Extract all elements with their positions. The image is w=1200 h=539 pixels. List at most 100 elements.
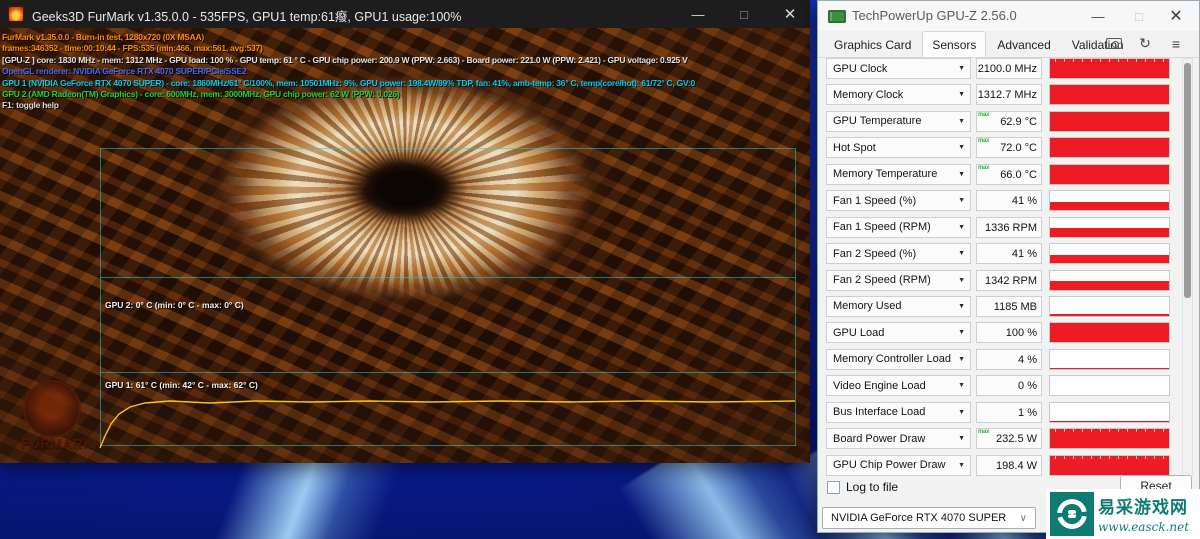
scrollbar[interactable]	[1182, 58, 1193, 477]
furmark-window: Geeks3D FurMark v1.35.0.0 - 535FPS, GPU1…	[0, 0, 810, 463]
sensor-row: Fan 1 Speed (RPM) ▼ max 1336 RPM	[818, 216, 1180, 238]
sensor-label-box[interactable]: Bus Interface Load ▼	[826, 401, 971, 423]
watermark-badge: 易采游戏网 www.easck.net	[1046, 489, 1200, 539]
gpuz-toolbar-icons: ↻ ≡	[1105, 35, 1185, 52]
sensor-label-box[interactable]: Memory Used ▼	[826, 295, 971, 317]
sensor-row: Fan 2 Speed (%) ▼ max 41 %	[818, 243, 1180, 265]
sensor-value-box[interactable]: max 41 %	[976, 243, 1042, 265]
sensor-label: Memory Used	[833, 300, 902, 313]
sensor-graph	[1049, 243, 1170, 265]
refresh-icon[interactable]: ↻	[1136, 35, 1154, 51]
sensor-value: 2100.0 MHz	[977, 63, 1037, 75]
sensor-row: Video Engine Load ▼ max 0 %	[818, 375, 1180, 397]
sensor-label-box[interactable]: GPU Temperature ▼	[826, 110, 971, 132]
sensor-row: Fan 1 Speed (%) ▼ max 41 %	[818, 190, 1180, 212]
log-to-file-label: Log to file	[846, 480, 899, 494]
watermark-site-url: www.easck.net	[1098, 520, 1190, 534]
sensor-graph-fill	[1050, 138, 1169, 158]
sensor-label-box[interactable]: Fan 1 Speed (RPM) ▼	[826, 216, 971, 238]
sensor-graph	[1049, 58, 1170, 79]
sensor-label-box[interactable]: Hot Spot ▼	[826, 137, 971, 159]
sensor-label-box[interactable]: Fan 1 Speed (%) ▼	[826, 190, 971, 212]
sensor-label-box[interactable]: Board Power Draw ▼	[826, 428, 971, 450]
sensor-value-box[interactable]: max 0 %	[976, 375, 1042, 397]
sensor-label: Memory Controller Load	[833, 353, 951, 366]
sensor-label-box[interactable]: Memory Controller Load ▼	[826, 348, 971, 370]
tab-sensors[interactable]: Sensors	[922, 31, 987, 57]
sensor-label-box[interactable]: Video Engine Load ▼	[826, 375, 971, 397]
sensor-label-box[interactable]: Memory Clock ▼	[826, 84, 971, 106]
sensor-value: 1342 RPM	[985, 274, 1037, 287]
camera-icon[interactable]	[1105, 36, 1123, 51]
sensor-value-box[interactable]: max 198.4 W	[976, 454, 1042, 476]
sensor-row: GPU Load ▼ max 100 %	[818, 322, 1180, 344]
sensor-label: Fan 2 Speed (RPM)	[833, 274, 931, 286]
sensor-label-box[interactable]: Fan 2 Speed (%) ▼	[826, 243, 971, 265]
sensor-value-box[interactable]: max 1 %	[976, 401, 1042, 423]
gpuz-titlebar[interactable]: TechPowerUp GPU-Z 2.56.0 — □ ✕	[818, 1, 1199, 31]
sensor-value-box[interactable]: max 4 %	[976, 348, 1042, 370]
close-button[interactable]: ✕	[1164, 6, 1188, 26]
sensor-row: Fan 2 Speed (RPM) ▼ max 1342 RPM	[818, 269, 1180, 291]
sensor-value-box[interactable]: max 2100.0 MHz	[976, 58, 1042, 79]
sensor-value-box[interactable]: max 1336 RPM	[976, 216, 1042, 238]
sensor-value: 1312.7 MHz	[977, 89, 1037, 102]
sensor-value-box[interactable]: max 1312.7 MHz	[976, 84, 1042, 106]
log-to-file-checkbox[interactable]	[827, 480, 840, 494]
sensor-value: 41 %	[1011, 248, 1037, 261]
chevron-down-icon: ▼	[958, 302, 965, 310]
sensor-graph-fill	[1050, 228, 1169, 237]
sensor-graph	[1049, 401, 1170, 423]
menu-icon[interactable]: ≡	[1167, 36, 1185, 52]
tab-graphics-card[interactable]: Graphics Card	[824, 33, 921, 57]
sensor-graph-fill	[1050, 59, 1169, 78]
sensor-value-box[interactable]: max 232.5 W	[976, 428, 1042, 450]
maximize-button[interactable]: □	[729, 4, 759, 24]
sensor-graph-fill	[1050, 85, 1169, 105]
sensor-label: Fan 1 Speed (RPM)	[833, 221, 931, 234]
sensor-graph	[1049, 110, 1170, 132]
close-button[interactable]: ✕	[775, 4, 805, 24]
sensor-label-box[interactable]: GPU Chip Power Draw ▼	[826, 454, 971, 476]
chevron-down-icon: ▼	[958, 355, 965, 363]
max-marker: max	[978, 164, 990, 171]
sensor-graph-fill	[1050, 323, 1169, 343]
sensor-label: GPU Load	[833, 326, 885, 339]
sensor-value-box[interactable]: max 1342 RPM	[976, 269, 1042, 291]
maximize-button[interactable]: □	[1127, 6, 1151, 26]
sensor-value-box[interactable]: max 1185 MB	[976, 295, 1042, 317]
chevron-down-icon: ▼	[958, 408, 965, 416]
scrollbar-thumb[interactable]	[1184, 63, 1191, 298]
furmark-titlebar[interactable]: Geeks3D FurMark v1.35.0.0 - 535FPS, GPU1…	[0, 0, 810, 28]
sensor-label: Board Power Draw	[833, 432, 926, 445]
sensor-graph	[1049, 84, 1170, 106]
sensor-row: GPU Chip Power Draw ▼ max 198.4 W	[818, 454, 1180, 476]
sensor-label-box[interactable]: GPU Clock ▼	[826, 58, 971, 79]
sensor-graph	[1049, 137, 1170, 159]
sensor-graph-fill	[1050, 368, 1169, 369]
furmark-window-title: Geeks3D FurMark v1.35.0.0 - 535FPS, GPU1…	[32, 10, 462, 24]
chevron-down-icon: ▼	[958, 329, 965, 337]
sensor-graph-fill	[1050, 164, 1169, 184]
sensor-value-box[interactable]: max 100 %	[976, 322, 1042, 344]
chevron-down-icon: ▼	[958, 382, 965, 390]
minimize-button[interactable]: —	[683, 4, 713, 24]
furmark-render-viewport: GPU 2: 0° C (min: 0° C - max: 0° C) GPU …	[0, 28, 810, 463]
chevron-down-icon: ▼	[958, 223, 965, 231]
sensor-label-box[interactable]: Memory Temperature ▼	[826, 163, 971, 185]
minimize-button[interactable]: —	[1086, 6, 1110, 26]
sensor-value: 41 %	[1011, 195, 1037, 208]
sensor-label-box[interactable]: Fan 2 Speed (RPM) ▼	[826, 269, 971, 291]
sensor-value-box[interactable]: max 72.0 °C	[976, 137, 1042, 159]
gpu-select-dropdown[interactable]: NVIDIA GeForce RTX 4070 SUPER ∨	[822, 507, 1036, 529]
sensor-value-box[interactable]: max 66.0 °C	[976, 163, 1042, 185]
sensor-value-box[interactable]: max 62.9 °C	[976, 110, 1042, 132]
sensor-graph	[1049, 428, 1170, 450]
tab-advanced[interactable]: Advanced	[987, 33, 1060, 57]
sensor-label-box[interactable]: GPU Load ▼	[826, 322, 971, 344]
furmark-logo: FURMARK	[10, 380, 105, 455]
sensor-value-box[interactable]: max 41 %	[976, 190, 1042, 212]
watermark-site-name: 易采游戏网	[1098, 498, 1188, 518]
gpu-select-value: NVIDIA GeForce RTX 4070 SUPER	[831, 512, 1007, 524]
sensor-list: GPU Clock ▼ max 2100.0 MHz Memory Clock …	[818, 58, 1180, 481]
